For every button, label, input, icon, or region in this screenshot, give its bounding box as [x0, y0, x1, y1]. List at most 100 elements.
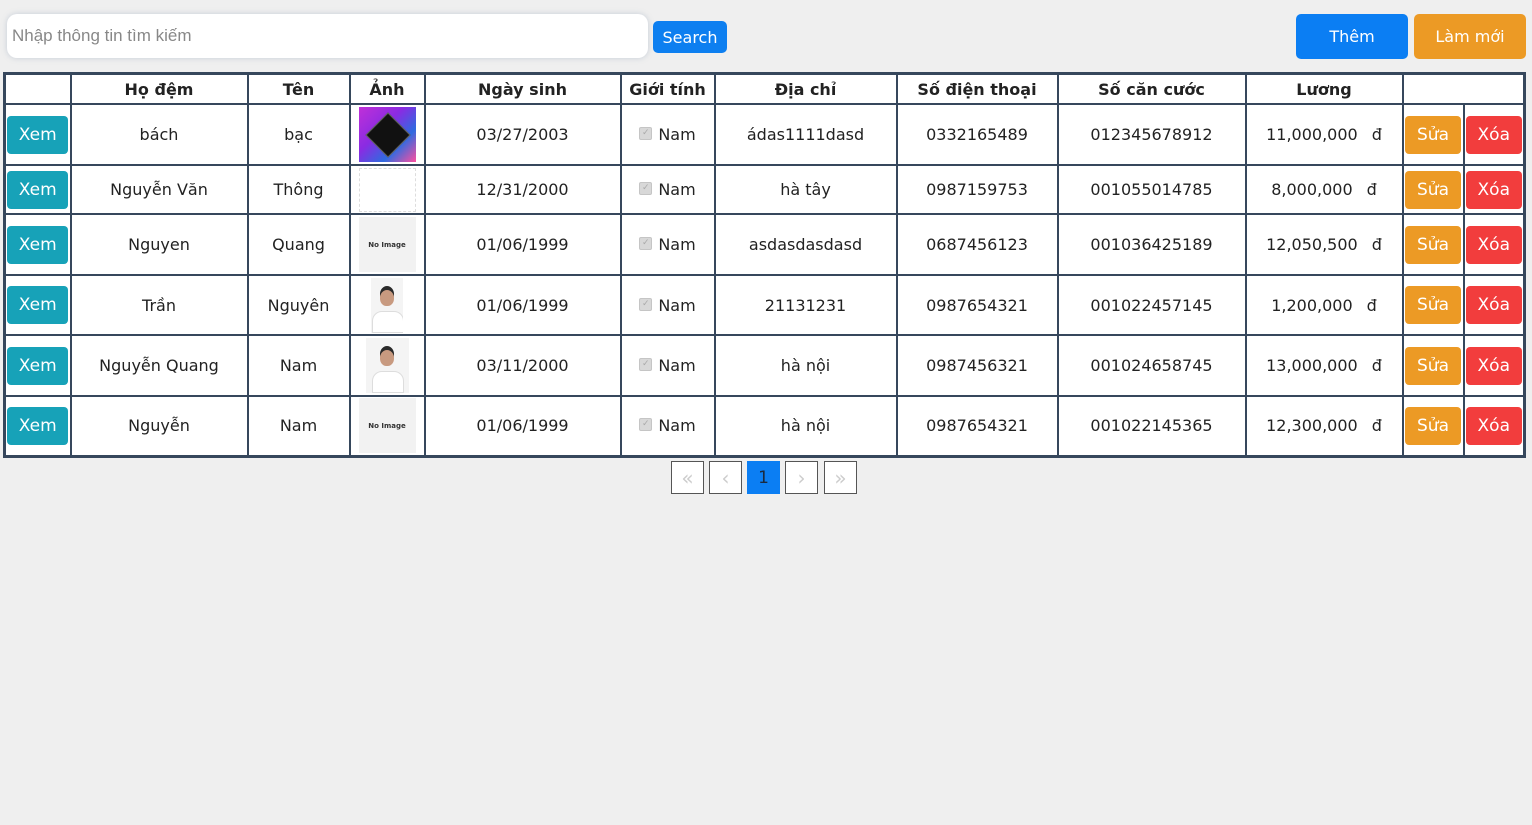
gender-label: Nam	[658, 295, 696, 315]
luong-cell: 1,200,000 đ	[1244, 274, 1404, 336]
ngay-sinh-cell: 12/31/2000	[423, 164, 622, 215]
page-1-button[interactable]: 1	[747, 461, 780, 494]
gender-label: Nam	[658, 125, 696, 144]
view-button[interactable]: Xem	[7, 225, 69, 264]
refresh-button[interactable]: Làm mới	[1414, 14, 1526, 59]
edit-cell: Sửa	[1401, 164, 1465, 215]
delete-button[interactable]: Xóa	[1465, 170, 1522, 209]
ngay-sinh-cell: 03/27/2003	[423, 103, 622, 166]
cccd-cell: 001022145365	[1056, 395, 1247, 457]
gender-label: Nam	[658, 235, 696, 254]
edit-button[interactable]: Sửa	[1405, 115, 1461, 154]
salary-amount: 13,000,000	[1266, 356, 1358, 375]
table-row: Xem Nguyễn Quang Nam 03/11/2000 ✓ Nam hà nội 09…	[3, 334, 1526, 397]
column-header-ten: Tên	[246, 72, 351, 105]
employee-photo	[365, 338, 409, 393]
column-header-view	[3, 72, 72, 105]
employee-photo	[358, 107, 416, 162]
ho-dem-cell: Nguyễn	[69, 395, 249, 457]
delete-cell: Xóa	[1462, 213, 1526, 276]
add-button[interactable]: Thêm	[1296, 14, 1408, 59]
edit-cell: Sửa	[1401, 395, 1465, 457]
edit-button[interactable]: Sửa	[1405, 406, 1461, 445]
ngay-sinh-cell: 03/11/2000	[423, 334, 622, 397]
edit-cell: Sửa	[1401, 103, 1465, 166]
photo-cell	[348, 103, 426, 166]
ten-cell: Quang	[246, 213, 351, 276]
column-header-actions	[1401, 72, 1526, 105]
gender-checkbox: ✓	[639, 237, 653, 250]
edit-button[interactable]: Sửa	[1405, 170, 1461, 209]
currency-symbol: đ	[1371, 356, 1382, 375]
gender-label: Nam	[658, 180, 696, 199]
view-cell: Xem	[3, 213, 72, 276]
delete-cell: Xóa	[1462, 103, 1526, 166]
view-cell: Xem	[3, 103, 72, 166]
gender-label: Nam	[658, 356, 696, 375]
view-button[interactable]: Xem	[7, 346, 69, 385]
cccd-cell: 001024658745	[1056, 334, 1247, 397]
luong-cell: 12,050,500 đ	[1244, 213, 1404, 276]
gender-checkbox: ✓	[639, 127, 653, 140]
gender-checkbox: ✓	[639, 297, 653, 311]
dia-chi-cell: hà nội	[713, 395, 898, 457]
sdt-cell: 0987654321	[895, 395, 1059, 457]
view-button[interactable]: Xem	[7, 406, 69, 445]
luong-cell: 8,000,000 đ	[1244, 164, 1404, 215]
view-button[interactable]: Xem	[7, 115, 69, 154]
photo-cell: No Image	[348, 395, 426, 457]
column-header-dia-chi: Địa chỉ	[713, 72, 898, 105]
ten-cell: bạc	[246, 103, 351, 166]
salary-amount: 12,050,500	[1266, 235, 1358, 254]
edit-button[interactable]: Sửa	[1405, 346, 1461, 385]
edit-button[interactable]: Sửa	[1405, 225, 1461, 264]
cccd-cell: 001022457145	[1056, 274, 1247, 336]
gender-label: Nam	[658, 416, 696, 436]
delete-button[interactable]: Xóa	[1465, 225, 1522, 264]
luong-cell: 11,000,000 đ	[1244, 103, 1404, 166]
currency-symbol: đ	[1366, 180, 1377, 199]
photo-cell	[348, 274, 426, 336]
no-image-placeholder: No Image	[358, 217, 416, 272]
salary-amount: 12,300,000	[1266, 416, 1358, 436]
view-cell: Xem	[3, 164, 72, 215]
ten-cell: Nam	[246, 395, 351, 457]
currency-symbol: đ	[1371, 125, 1382, 144]
ten-cell: Nam	[246, 334, 351, 397]
next-page-button[interactable]: ›	[785, 461, 818, 494]
column-header-ho-dem: Họ đệm	[69, 72, 249, 105]
edit-button[interactable]: Sửa	[1405, 286, 1461, 324]
gioi-tinh-cell: ✓ Nam	[619, 164, 716, 215]
column-header-luong: Lương	[1244, 72, 1404, 105]
last-page-button[interactable]: »	[824, 461, 857, 494]
delete-button[interactable]: Xóa	[1465, 406, 1522, 445]
prev-page-button[interactable]: ‹	[709, 461, 742, 494]
dia-chi-cell: hà nội	[713, 334, 898, 397]
employee-table: Họ đệm Tên Ảnh Ngày sinh Giới tính Địa c…	[3, 72, 1526, 458]
ho-dem-cell: Nguyễn Quang	[69, 334, 249, 397]
sdt-cell: 0332165489	[895, 103, 1059, 166]
search-input[interactable]	[7, 14, 648, 58]
photo-cell	[348, 334, 426, 397]
table-row: Xem bách bạc 03/27/2003 ✓ Nam ádas1111dasd 0332…	[3, 103, 1526, 166]
delete-cell: Xóa	[1462, 164, 1526, 215]
delete-button[interactable]: Xóa	[1465, 346, 1522, 385]
delete-button[interactable]: Xóa	[1465, 115, 1522, 154]
view-button[interactable]: Xem	[7, 170, 69, 209]
ngay-sinh-cell: 01/06/1999	[423, 274, 622, 336]
first-page-button[interactable]: «	[671, 461, 704, 494]
dia-chi-cell: asdasdasdasd	[713, 213, 898, 276]
view-button[interactable]: Xem	[7, 286, 69, 324]
cccd-cell: 012345678912	[1056, 103, 1247, 166]
sdt-cell: 0987654321	[895, 274, 1059, 336]
view-cell: Xem	[3, 334, 72, 397]
search-button[interactable]: Search	[653, 21, 727, 53]
edit-cell: Sửa	[1401, 213, 1465, 276]
gioi-tinh-cell: ✓ Nam	[619, 334, 716, 397]
delete-cell: Xóa	[1462, 334, 1526, 397]
cccd-cell: 001036425189	[1056, 213, 1247, 276]
ho-dem-cell: Trần	[69, 274, 249, 336]
delete-button[interactable]: Xóa	[1465, 286, 1522, 324]
view-cell: Xem	[3, 395, 72, 457]
cccd-cell: 001055014785	[1056, 164, 1247, 215]
